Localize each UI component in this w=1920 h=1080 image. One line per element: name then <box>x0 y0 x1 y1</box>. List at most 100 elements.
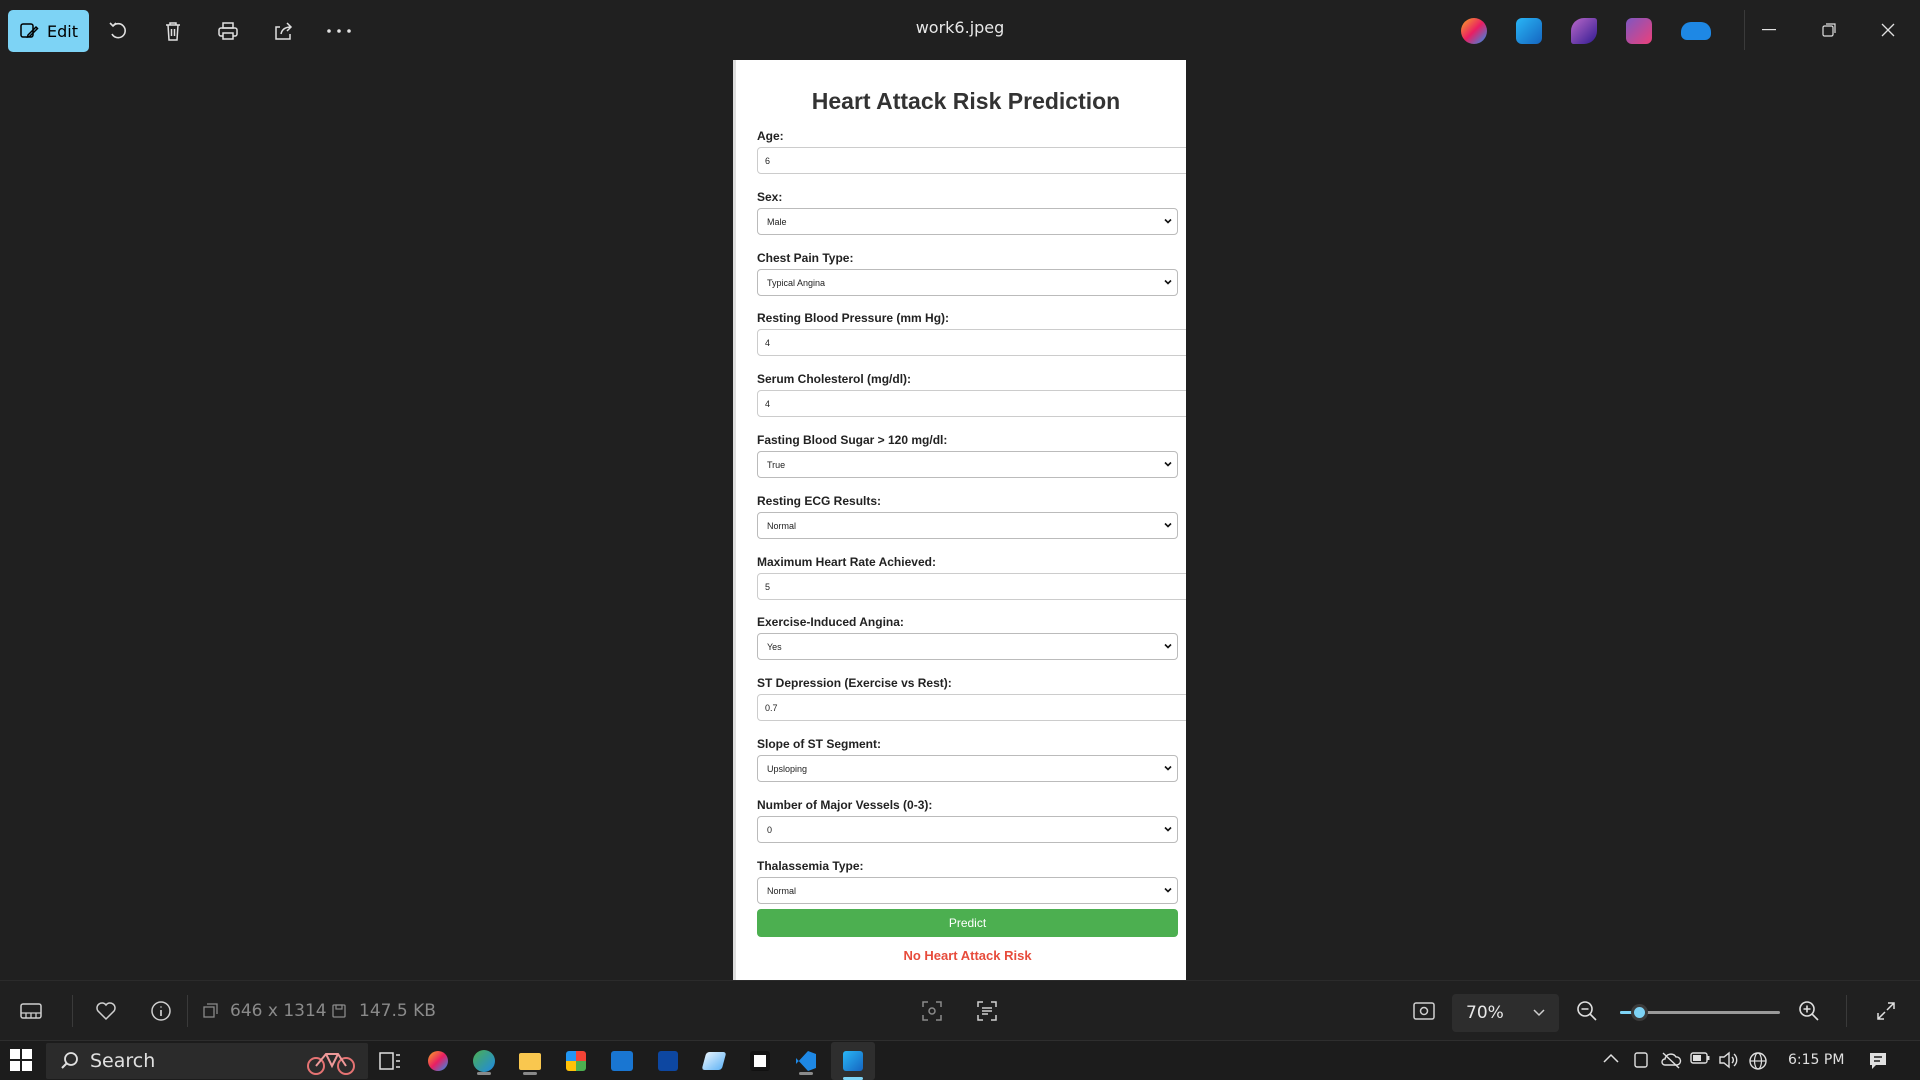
share-button[interactable] <box>262 10 304 52</box>
form-field: Maximum Heart Rate Achieved: 5 <box>757 555 1186 600</box>
notifications-button[interactable] <box>1868 1051 1888 1075</box>
zoom-in-icon <box>1799 1001 1819 1021</box>
tray-onedrive[interactable] <box>1660 1051 1682 1073</box>
image-dimensions: 646 x 1314 <box>202 996 327 1026</box>
save-icon <box>332 1004 346 1018</box>
close-button[interactable] <box>1863 10 1913 50</box>
globe-icon <box>1749 1052 1767 1070</box>
notification-icon <box>1870 1053 1886 1069</box>
text-scan-button[interactable] <box>976 996 998 1026</box>
form-field: Number of Major Vessels (0-3): 0 <box>757 798 1186 843</box>
favorite-button[interactable] <box>95 996 117 1026</box>
field-value: Normal <box>767 886 797 896</box>
more-icon <box>327 29 351 33</box>
start-button[interactable] <box>10 1049 34 1073</box>
edit-image-icon <box>20 23 39 39</box>
taskbar-outlook[interactable] <box>607 1047 637 1075</box>
form-field: Resting ECG Results: Normal <box>757 494 1186 539</box>
tray-battery[interactable] <box>1690 1051 1710 1069</box>
fullscreen-button[interactable] <box>1876 996 1896 1026</box>
visual-search-button[interactable] <box>921 996 943 1026</box>
chevron-down-icon <box>1164 461 1172 467</box>
chevron-down-icon <box>1164 279 1172 285</box>
field-label: Thalassemia Type: <box>757 859 864 873</box>
edit-button-label: Edit <box>47 21 78 41</box>
edit-button[interactable]: Edit <box>8 10 89 52</box>
field-value: True <box>767 460 786 470</box>
field-input: 5 <box>757 573 1186 600</box>
field-select: Male <box>757 208 1178 235</box>
field-value: Yes <box>767 642 782 652</box>
windows-icon <box>10 1049 32 1071</box>
visual-search-icon <box>922 1001 942 1021</box>
info-button[interactable] <box>150 996 172 1026</box>
print-button[interactable] <box>207 10 249 52</box>
taskbar-photos[interactable] <box>831 1042 875 1080</box>
tray-device[interactable] <box>1632 1051 1650 1073</box>
cloud-off-icon <box>1661 1052 1682 1069</box>
taskbar-file-explorer[interactable] <box>515 1047 545 1075</box>
field-select: True <box>757 451 1178 478</box>
taskbar-app-dark[interactable] <box>745 1047 775 1075</box>
zoom-dropdown[interactable]: 70% <box>1452 994 1559 1032</box>
app-icon <box>750 1051 770 1071</box>
zoom-out-icon <box>1577 1001 1597 1021</box>
field-label: Resting Blood Pressure (mm Hg): <box>757 311 950 325</box>
tray-volume[interactable] <box>1718 1051 1738 1073</box>
taskbar-vscode[interactable] <box>791 1047 821 1075</box>
photos-editor-icon[interactable] <box>1516 18 1542 44</box>
delete-icon <box>166 22 180 41</box>
taskbar-store[interactable] <box>561 1047 591 1075</box>
volume-icon <box>1719 1051 1738 1069</box>
device-icon <box>1634 1052 1648 1068</box>
restore-button[interactable] <box>1804 10 1854 50</box>
field-label: Chest Pain Type: <box>757 251 854 265</box>
vscode-icon <box>796 1051 816 1071</box>
zoom-slider-thumb[interactable] <box>1631 1004 1649 1021</box>
chevron-down-icon <box>1164 643 1172 649</box>
designer-icon[interactable] <box>1626 18 1652 44</box>
chevron-down-icon <box>1164 887 1172 893</box>
task-view-button[interactable] <box>375 1047 405 1075</box>
title-bar: Edit work6.jpeg <box>0 0 1920 60</box>
rotate-button[interactable] <box>97 10 139 52</box>
restore-icon <box>1822 23 1836 37</box>
taskbar-app-blue[interactable] <box>653 1047 683 1075</box>
fit-to-window-button[interactable] <box>1413 996 1435 1026</box>
minimize-button[interactable] <box>1744 10 1794 50</box>
field-value: Upsloping <box>767 764 808 774</box>
more-button[interactable] <box>318 10 360 52</box>
onedrive-icon[interactable] <box>1681 22 1711 40</box>
form-field: Fasting Blood Sugar > 120 mg/dl: True <box>757 433 1186 478</box>
clipchamp-icon[interactable] <box>1571 18 1597 44</box>
minimize-icon <box>1762 29 1776 31</box>
close-icon <box>1881 23 1895 37</box>
taskbar-app-light[interactable] <box>699 1047 729 1075</box>
chevron-down-icon <box>1164 826 1172 832</box>
zoom-in-button[interactable] <box>1798 996 1820 1026</box>
image-canvas[interactable]: Heart Attack Risk Prediction Age: 6 Sex: Ma… <box>0 60 1920 980</box>
tray-clock[interactable]: 6:15 PM <box>1788 1052 1844 1068</box>
chevron-down-icon <box>1164 522 1172 528</box>
form-field: Resting Blood Pressure (mm Hg): 4 <box>757 311 1186 356</box>
delete-button[interactable] <box>152 10 194 52</box>
field-select: Normal <box>757 877 1178 904</box>
battery-icon <box>1690 1052 1710 1064</box>
share-icon <box>275 22 293 40</box>
field-select: Normal <box>757 512 1178 539</box>
taskbar-search[interactable]: Search <box>46 1043 368 1079</box>
divider <box>72 995 73 1027</box>
tray-network[interactable] <box>1748 1051 1768 1075</box>
show-hidden-icons[interactable] <box>1603 1051 1619 1067</box>
filmstrip-button[interactable] <box>20 996 42 1026</box>
taskbar-edge[interactable] <box>469 1047 499 1075</box>
copilot-icon[interactable] <box>1461 18 1487 44</box>
field-value: 6 <box>765 156 771 166</box>
app-icon <box>701 1052 727 1070</box>
form-field: Sex: Male <box>757 190 1186 235</box>
field-value: 4 <box>765 399 771 409</box>
taskbar-copilot[interactable] <box>423 1047 453 1075</box>
zoom-slider[interactable] <box>1620 1004 1780 1021</box>
heart-icon <box>96 1002 116 1021</box>
zoom-out-button[interactable] <box>1576 996 1598 1026</box>
